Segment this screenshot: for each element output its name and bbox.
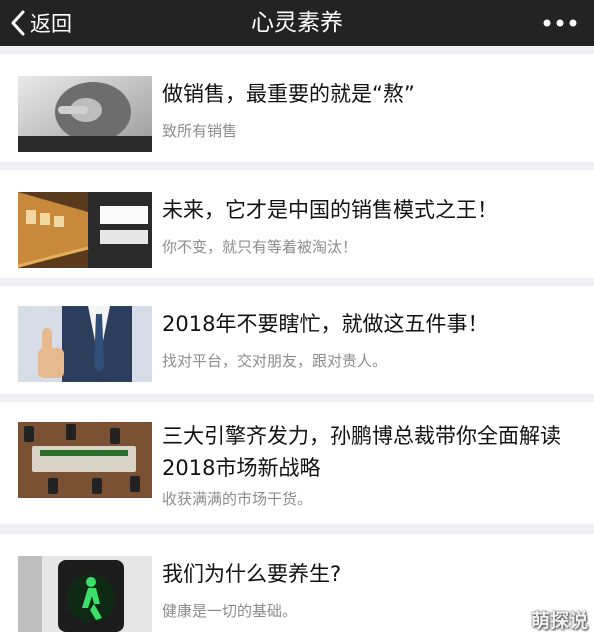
article-card[interactable]: 未来，它才是中国的销售模式之王！ 你不变，就只有等着被淘汰！ (0, 170, 594, 278)
more-dots-icon (543, 19, 577, 27)
article-title: 做销售，最重要的就是“熬” (162, 82, 415, 106)
article-card[interactable]: 我们为什么要养生? 健康是一切的基础。 (0, 534, 594, 644)
article-subtitle: 健康是一切的基础。 (162, 602, 298, 620)
pointing-man-photo-icon (18, 76, 152, 152)
article-card[interactable]: 三大引擎齐发力，孙鹏博总裁带你全面解读2018市场新战略 收获满满的市场干货。 (0, 402, 594, 524)
article-subtitle: 致所有销售 (162, 122, 238, 140)
article-thumbnail (18, 556, 152, 632)
article-thumbnail (18, 306, 152, 382)
article-thumbnail (18, 192, 152, 268)
watermark: 萌探说 (530, 610, 588, 632)
top-nav-bar: 返回 心灵素养 (0, 0, 594, 46)
article-thumbnail (18, 76, 152, 152)
article-card[interactable]: 2018年不要瞎忙，就做这五件事！ 找对平台，交对朋友，跟对贵人。 (0, 286, 594, 394)
article-subtitle: 找对平台，交对朋友，跟对贵人。 (162, 352, 388, 370)
meeting-table-phones-photo-icon (18, 422, 152, 498)
more-options-button[interactable] (540, 0, 580, 46)
article-thumbnail (18, 422, 152, 498)
article-card[interactable]: 做销售，最重要的就是“熬” 致所有销售 (0, 54, 594, 162)
green-pedestrian-light-photo-icon (18, 556, 152, 632)
article-subtitle: 你不变，就只有等着被淘汰！ (162, 238, 358, 256)
article-title: 2018年不要瞎忙，就做这五件事！ (162, 312, 489, 336)
back-button[interactable]: 返回 (8, 0, 72, 46)
subway-station-photo-icon (18, 192, 152, 268)
article-subtitle: 收获满满的市场干货。 (162, 490, 313, 508)
article-title: 三大引擎齐发力，孙鹏博总裁带你全面解读2018市场新战略 (162, 424, 561, 480)
page-title: 心灵素养 (251, 10, 343, 36)
thumbs-up-businessman-photo-icon (18, 306, 152, 382)
back-label: 返回 (30, 12, 72, 36)
article-title: 未来，它才是中国的销售模式之王！ (162, 198, 498, 222)
article-title: 我们为什么要养生? (162, 562, 342, 586)
chevron-left-icon (11, 10, 25, 36)
